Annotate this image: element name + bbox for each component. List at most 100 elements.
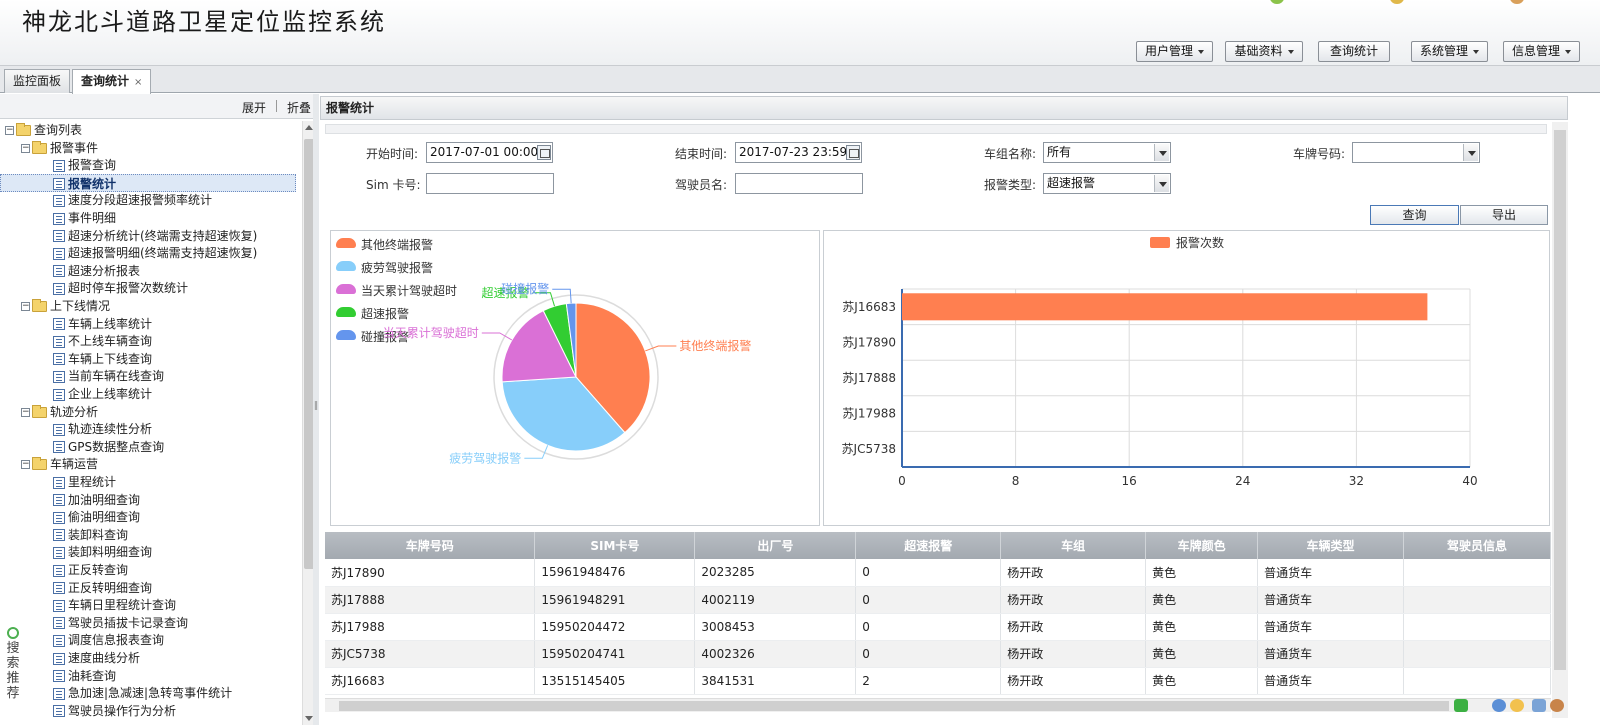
collapse-toggle-icon[interactable]: − [21, 460, 30, 470]
end-time-input[interactable]: 2017-07-23 23:59 [735, 142, 862, 163]
driver-name-input[interactable] [735, 173, 863, 194]
tree-folder[interactable]: − 查询列表 [5, 121, 82, 139]
tree-item[interactable]: 驾驶员操作行为分析 [53, 702, 176, 720]
collapse-toggle-icon[interactable]: − [21, 302, 30, 311]
table-row[interactable]: 苏J17988 15950204472 3008453 0 杨开政 黄色 普通货车 [325, 613, 1551, 641]
column-header[interactable]: 车牌颜色 [1145, 532, 1259, 559]
tree-item[interactable]: 正反转查询 [53, 561, 128, 579]
column-header[interactable]: 车组 [1000, 532, 1147, 559]
tree-item[interactable]: 当前车辆在线查询 [53, 367, 164, 385]
bulb-icon[interactable] [1510, 699, 1524, 712]
scroll-up-icon[interactable] [305, 125, 313, 130]
collapse-all-button[interactable]: 折叠 [287, 99, 311, 116]
tree-item[interactable]: 速度曲线分析 [53, 649, 140, 667]
export-button[interactable]: 导出 [1460, 205, 1548, 225]
tree-item[interactable]: 里程统计 [53, 473, 116, 491]
monitor-icon[interactable] [1532, 699, 1546, 712]
tree-item[interactable]: 正反转明细查询 [53, 579, 152, 597]
tab-query-statistics[interactable]: 查询统计 × [72, 69, 152, 94]
tree-folder[interactable]: − 轨迹分析 [21, 403, 98, 421]
chevron-down-icon[interactable] [1154, 144, 1169, 161]
table-horizontal-scrollbar[interactable] [325, 698, 1551, 712]
tree-item-label: 超速分析报表 [68, 263, 141, 278]
tree-item[interactable]: 超速分析统计(终端需支持超速恢复) [53, 227, 257, 245]
column-header[interactable]: 车辆类型 [1257, 532, 1404, 559]
tree-item[interactable]: 驾驶员插拔卡记录查询 [53, 614, 188, 632]
exit-icon[interactable] [1510, 0, 1524, 4]
plate-number-select[interactable] [1352, 142, 1480, 163]
column-header[interactable]: 超速报警 [855, 532, 1002, 559]
column-header[interactable]: 驾驶员信息 [1403, 532, 1551, 559]
user-icon[interactable] [1390, 0, 1404, 4]
chevron-down-icon[interactable] [1154, 175, 1169, 192]
calendar-icon[interactable] [537, 145, 551, 160]
tree-folder[interactable]: − 报警事件 [21, 139, 98, 157]
table-row[interactable]: 苏J17890 15961948476 2023285 0 杨开政 黄色 普通货车 [325, 559, 1551, 587]
collapse-toggle-icon[interactable]: − [5, 126, 14, 135]
tree-item[interactable]: 轨迹连续性分析 [53, 420, 152, 438]
legend-swatch[interactable] [1150, 237, 1170, 248]
scrollbar-thumb[interactable] [339, 701, 1449, 711]
column-header[interactable]: 出厂号 [694, 532, 857, 559]
menu-system-management[interactable]: 系统管理 [1411, 41, 1488, 62]
chevron-down-icon[interactable] [1463, 144, 1478, 161]
vehicle-group-select[interactable]: 所有 [1043, 142, 1171, 163]
tree-item[interactable]: 调度信息报表查询 [53, 631, 164, 649]
menu-user-management[interactable]: 用户管理 [1136, 41, 1213, 62]
expand-all-button[interactable]: 展开 [242, 99, 266, 116]
tree-item[interactable]: 超速报警明细(终端需支持超速恢复) [53, 244, 257, 262]
tab-monitor-panel[interactable]: 监控面板 [4, 69, 71, 93]
start-time-input[interactable]: 2017-07-01 00:00 [426, 142, 553, 163]
tree-item[interactable]: 速度分段超速报警频率统计 [53, 191, 212, 209]
scroll-down-icon[interactable] [305, 716, 313, 721]
search-recommend-widget[interactable]: 搜索推荐 [4, 627, 22, 707]
table-cell: 普通货车 [1257, 586, 1404, 614]
close-icon[interactable]: × [134, 72, 142, 94]
tree-item[interactable]: 超速分析报表 [53, 262, 140, 280]
collapse-handle-icon[interactable]: ‖ [313, 394, 319, 418]
report-icon [53, 687, 65, 700]
content-scrollbar[interactable] [1552, 122, 1568, 718]
tree-item[interactable]: 偷油明细查询 [53, 508, 140, 526]
collapse-toggle-icon[interactable]: − [21, 143, 30, 153]
scrollbar-thumb[interactable] [1554, 130, 1566, 670]
tree-item[interactable]: 加油明细查询 [53, 491, 140, 509]
sim-card-input[interactable] [426, 173, 554, 194]
query-button[interactable]: 查询 [1370, 205, 1459, 225]
tree-item[interactable]: 报警统计 [0, 173, 296, 192]
tree-folder[interactable]: − 上下线情况 [21, 297, 110, 315]
menu-info-management[interactable]: 信息管理 [1503, 41, 1580, 62]
tree-item[interactable]: GPS数据整点查询 [53, 438, 164, 456]
pause-icon[interactable] [1492, 699, 1506, 712]
tree-item[interactable]: 企业上线率统计 [53, 385, 152, 403]
tree-item[interactable]: 不上线车辆查询 [53, 332, 152, 350]
tree-item[interactable]: 超时停车报警次数统计 [53, 279, 188, 297]
collapse-toggle-icon[interactable]: − [21, 407, 30, 417]
tree-item[interactable]: 装卸料查询 [53, 526, 128, 544]
table-cell: 黄色 [1145, 667, 1259, 695]
alarm-type-select[interactable]: 超速报警 [1043, 173, 1171, 194]
flag-icon[interactable] [1454, 699, 1468, 712]
table-row[interactable]: 苏JC5738 15950204741 4002326 0 杨开政 黄色 普通货车 [325, 640, 1551, 668]
person-icon[interactable] [1550, 699, 1564, 712]
tree-item[interactable]: 车辆上下线查询 [53, 350, 152, 368]
status-icon[interactable] [1270, 0, 1284, 4]
table-row[interactable]: 苏J17888 15961948291 4002119 0 杨开政 黄色 普通货车 [325, 586, 1551, 614]
tree-item[interactable]: 车辆上线率统计 [53, 315, 152, 333]
tree-item[interactable]: 油耗查询 [53, 667, 116, 685]
tree-item[interactable]: 车辆日里程统计查询 [53, 596, 176, 614]
table-row[interactable]: 苏J16683 13515145405 3841531 2 杨开政 黄色 普通货车 [325, 667, 1551, 695]
tree-item[interactable]: 装卸料明细查询 [53, 543, 152, 561]
panel-splitter[interactable]: ‖ [313, 94, 319, 725]
table-cell: 黄色 [1145, 559, 1259, 587]
calendar-icon[interactable] [846, 145, 860, 160]
tree-item[interactable]: 事件明细 [53, 209, 116, 227]
menu-basic-data[interactable]: 基础资料 [1225, 41, 1303, 62]
tree-folder[interactable]: − 车辆运营 [21, 455, 98, 473]
tree-item[interactable]: 报警查询 [53, 156, 116, 174]
tree-item[interactable]: 急加速|急减速|急转弯事件统计 [53, 684, 232, 702]
column-header[interactable]: 车牌号码 [325, 532, 536, 559]
bar[interactable] [902, 293, 1428, 321]
menu-query-statistics[interactable]: 查询统计 [1318, 41, 1390, 62]
column-header[interactable]: SIM卡号 [534, 532, 696, 559]
